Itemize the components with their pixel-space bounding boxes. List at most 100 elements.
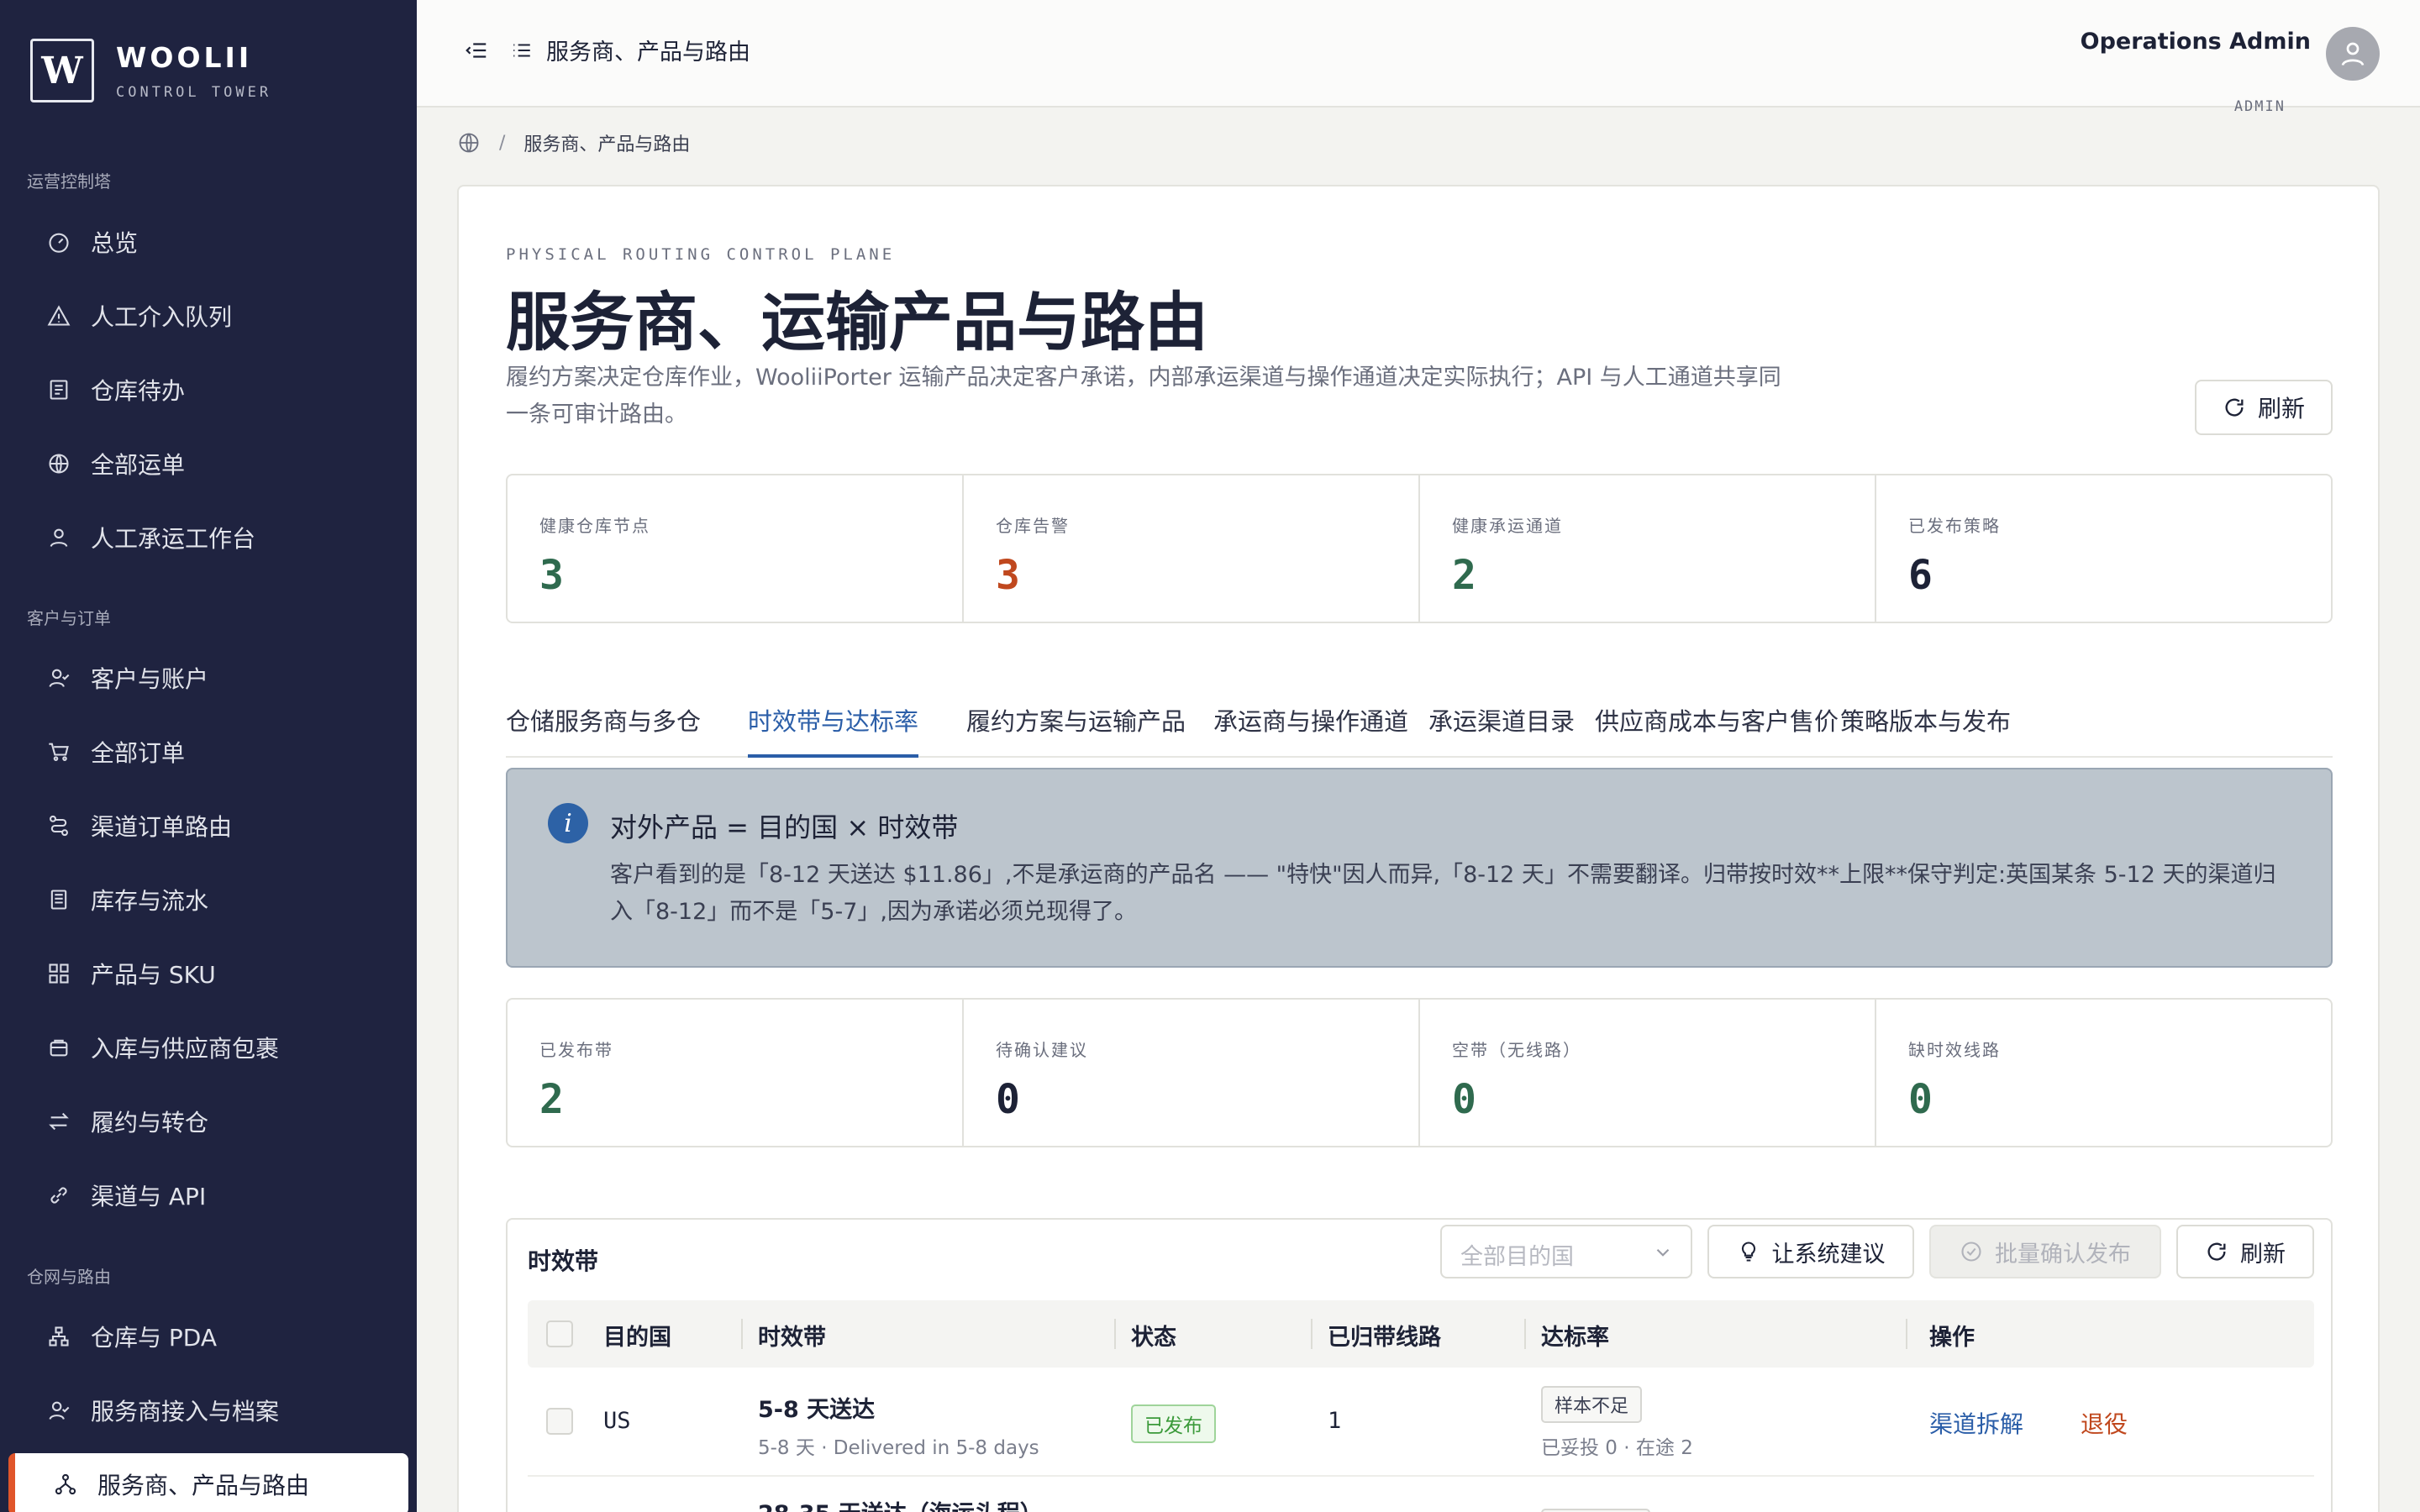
sidebar-item-channel-routing[interactable]: 渠道订单路由 xyxy=(8,795,408,857)
sidebar-item-inbound[interactable]: 入库与供应商包裹 xyxy=(8,1016,408,1079)
table-refresh-button[interactable]: 刷新 xyxy=(2176,1225,2314,1278)
sidebar-item-manual-queue[interactable]: 人工介入队列 xyxy=(8,285,408,347)
sidebar-item-overview[interactable]: 总览 xyxy=(8,211,408,273)
sidebar-item-provider-onboarding[interactable]: 服务商接入与档案 xyxy=(8,1379,408,1441)
batch-publish-button[interactable]: 批量确认发布 xyxy=(1929,1225,2161,1278)
share-icon xyxy=(52,1471,79,1498)
tab-warehouse-providers[interactable]: 仓储服务商与多仓 xyxy=(506,674,701,758)
grid-icon xyxy=(45,960,72,987)
sidebar-item-label: 入库与供应商包裹 xyxy=(91,1035,280,1063)
sidebar-item-label: 库存与流水 xyxy=(91,887,209,915)
lightbulb-icon xyxy=(1737,1240,1760,1263)
gauge-icon xyxy=(45,228,72,255)
column-divider xyxy=(1311,1319,1313,1349)
globe-icon[interactable] xyxy=(457,131,481,155)
tab-channel-catalog[interactable]: 承运渠道目录 xyxy=(1428,674,1575,758)
user-name[interactable]: Operations Admin xyxy=(2081,29,2311,55)
tab-bar: 仓储服务商与多仓 时效带与达标率 履约方案与运输产品 承运商与操作通道 承运渠道… xyxy=(506,674,2333,758)
sidebar-item-label: 仓库与 PDA xyxy=(91,1324,218,1352)
sidebar-item-label: 履约与转仓 xyxy=(91,1109,209,1137)
brand[interactable]: W WOOLII CONTROL TOWER xyxy=(30,39,271,102)
chevron-down-icon xyxy=(1652,1242,1674,1269)
sidebar-item-fulfillment[interactable]: 履约与转仓 xyxy=(8,1090,408,1152)
sidebar-item-customers[interactable]: 客户与账户 xyxy=(8,647,408,709)
info-title: 对外产品 = 目的国 × 时效带 xyxy=(610,811,959,843)
row-rate-sub: 已妥投 0 · 在途 2 xyxy=(1541,1437,1693,1459)
page-title: 服务商、运输产品与路由 xyxy=(506,285,1208,360)
ledger-icon xyxy=(45,886,72,913)
table-header: 目的国 时效带 状态 已归带线路 达标率 操作 xyxy=(528,1300,2314,1368)
info-icon: i xyxy=(548,803,588,843)
stat-warehouse-alerts: 仓库告警 3 xyxy=(964,475,1420,622)
tab-policy-versions[interactable]: 策略版本与发布 xyxy=(1840,674,2011,758)
page-eyebrow: PHYSICAL ROUTING CONTROL PLANE xyxy=(506,245,896,264)
sidebar: W WOOLII CONTROL TOWER 运营控制塔 总览 人工介入队列 仓… xyxy=(0,0,417,1512)
nav-section-customers: 客户与订单 xyxy=(27,608,111,628)
network-icon xyxy=(45,1323,72,1350)
tab-cost-pricing[interactable]: 供应商成本与客户售价 xyxy=(1595,674,1839,758)
refresh-icon xyxy=(2205,1240,2228,1263)
band-table-title: 时效带 xyxy=(528,1247,599,1275)
sidebar-item-channels-api[interactable]: 渠道与 API xyxy=(8,1164,408,1226)
stat-missing-lanes: 缺时效线路 0 xyxy=(1908,1040,2001,1123)
stat-pending-suggestions: 待确认建议 0 xyxy=(964,1000,1420,1146)
route-icon xyxy=(45,812,72,839)
stat-published-bands: 已发布带 2 xyxy=(508,1000,964,1146)
col-band: 时效带 xyxy=(758,1325,826,1351)
suggest-button[interactable]: 让系统建议 xyxy=(1707,1225,1914,1278)
box-icon xyxy=(45,1034,72,1061)
tab-delivery-bands[interactable]: 时效带与达标率 xyxy=(748,674,919,758)
breadcrumb-current: 服务商、产品与路由 xyxy=(523,134,691,155)
nav-section-ops: 运营控制塔 xyxy=(27,171,111,192)
row-checkbox[interactable] xyxy=(546,1408,573,1435)
sidebar-item-label: 人工承运工作台 xyxy=(91,525,256,553)
column-divider xyxy=(741,1319,743,1349)
col-actions: 操作 xyxy=(1929,1325,1975,1351)
column-divider xyxy=(1114,1319,1116,1349)
brand-name: WOOLII xyxy=(116,40,253,74)
sidebar-item-warehouse-todo[interactable]: 仓库待办 xyxy=(8,359,408,421)
user-icon xyxy=(45,524,72,551)
page-description: 履约方案决定仓库作业，WooliiPorter 运输产品决定客户承诺，内部承运渠… xyxy=(506,365,1781,428)
sidebar-item-providers-routing[interactable]: 服务商、产品与路由 xyxy=(8,1453,408,1512)
channel-breakdown-link[interactable]: 渠道拆解 xyxy=(1929,1406,2023,1440)
user-avatar-icon xyxy=(2341,42,2365,66)
sidebar-item-label: 全部运单 xyxy=(91,451,186,479)
sidebar-item-all-orders[interactable]: 全部订单 xyxy=(8,721,408,783)
retire-link[interactable]: 退役 xyxy=(2081,1406,2128,1440)
sidebar-item-warehouse-pda[interactable]: 仓库与 PDA xyxy=(8,1305,408,1368)
sidebar-item-label: 总览 xyxy=(91,229,139,257)
sidebar-item-manual-carrier[interactable]: 人工承运工作台 xyxy=(8,507,408,569)
list-icon xyxy=(511,39,533,61)
sidebar-item-label: 服务商接入与档案 xyxy=(91,1398,280,1425)
breadcrumb-separator: / xyxy=(499,132,506,154)
users-icon xyxy=(45,664,72,691)
row-lanes: 1 xyxy=(1328,1408,1342,1434)
select-all-checkbox[interactable] xyxy=(546,1320,573,1347)
tab-carriers-channels[interactable]: 承运商与操作通道 xyxy=(1213,674,1408,758)
tab-fulfillment-products[interactable]: 履约方案与运输产品 xyxy=(966,674,1186,758)
collapse-sidebar-icon[interactable] xyxy=(464,38,489,63)
row-band-sub: 5-8 天 · Delivered in 5-8 days xyxy=(758,1437,1039,1459)
refresh-button[interactable]: 刷新 xyxy=(2195,380,2333,435)
main-card: PHYSICAL ROUTING CONTROL PLANE 服务商、运输产品与… xyxy=(457,185,2380,1512)
info-body: 客户看到的是「8-12 天送达 $11.86」,不是承运商的产品名 —— "特快… xyxy=(610,862,2276,925)
breadcrumb: / 服务商、产品与路由 xyxy=(457,129,690,156)
col-country: 目的国 xyxy=(603,1325,671,1351)
clipboard-icon xyxy=(45,376,72,403)
sidebar-item-all-shipments[interactable]: 全部运单 xyxy=(8,433,408,495)
sidebar-item-products-sku[interactable]: 产品与 SKU xyxy=(8,942,408,1005)
band-table-section: 时效带 全部目的国 让系统建议 批量确认发布 刷新 目的国 时效带 状态 已归带… xyxy=(506,1218,2333,1512)
brand-logo: W xyxy=(30,39,94,102)
cart-icon xyxy=(45,738,72,765)
sidebar-item-label: 人工介入队列 xyxy=(91,303,233,331)
sidebar-item-label: 产品与 SKU xyxy=(91,961,216,989)
sidebar-item-label: 渠道与 API xyxy=(91,1183,207,1210)
country-select[interactable]: 全部目的国 xyxy=(1440,1225,1692,1278)
warning-icon xyxy=(45,302,72,329)
table-row: US 5-8 天送达 5-8 天 · Delivered in 5-8 days… xyxy=(528,1369,2314,1477)
link-icon xyxy=(45,1182,72,1209)
avatar[interactable] xyxy=(2326,27,2380,81)
sidebar-item-inventory[interactable]: 库存与流水 xyxy=(8,869,408,931)
topbar-title: 服务商、产品与路由 xyxy=(546,39,750,66)
